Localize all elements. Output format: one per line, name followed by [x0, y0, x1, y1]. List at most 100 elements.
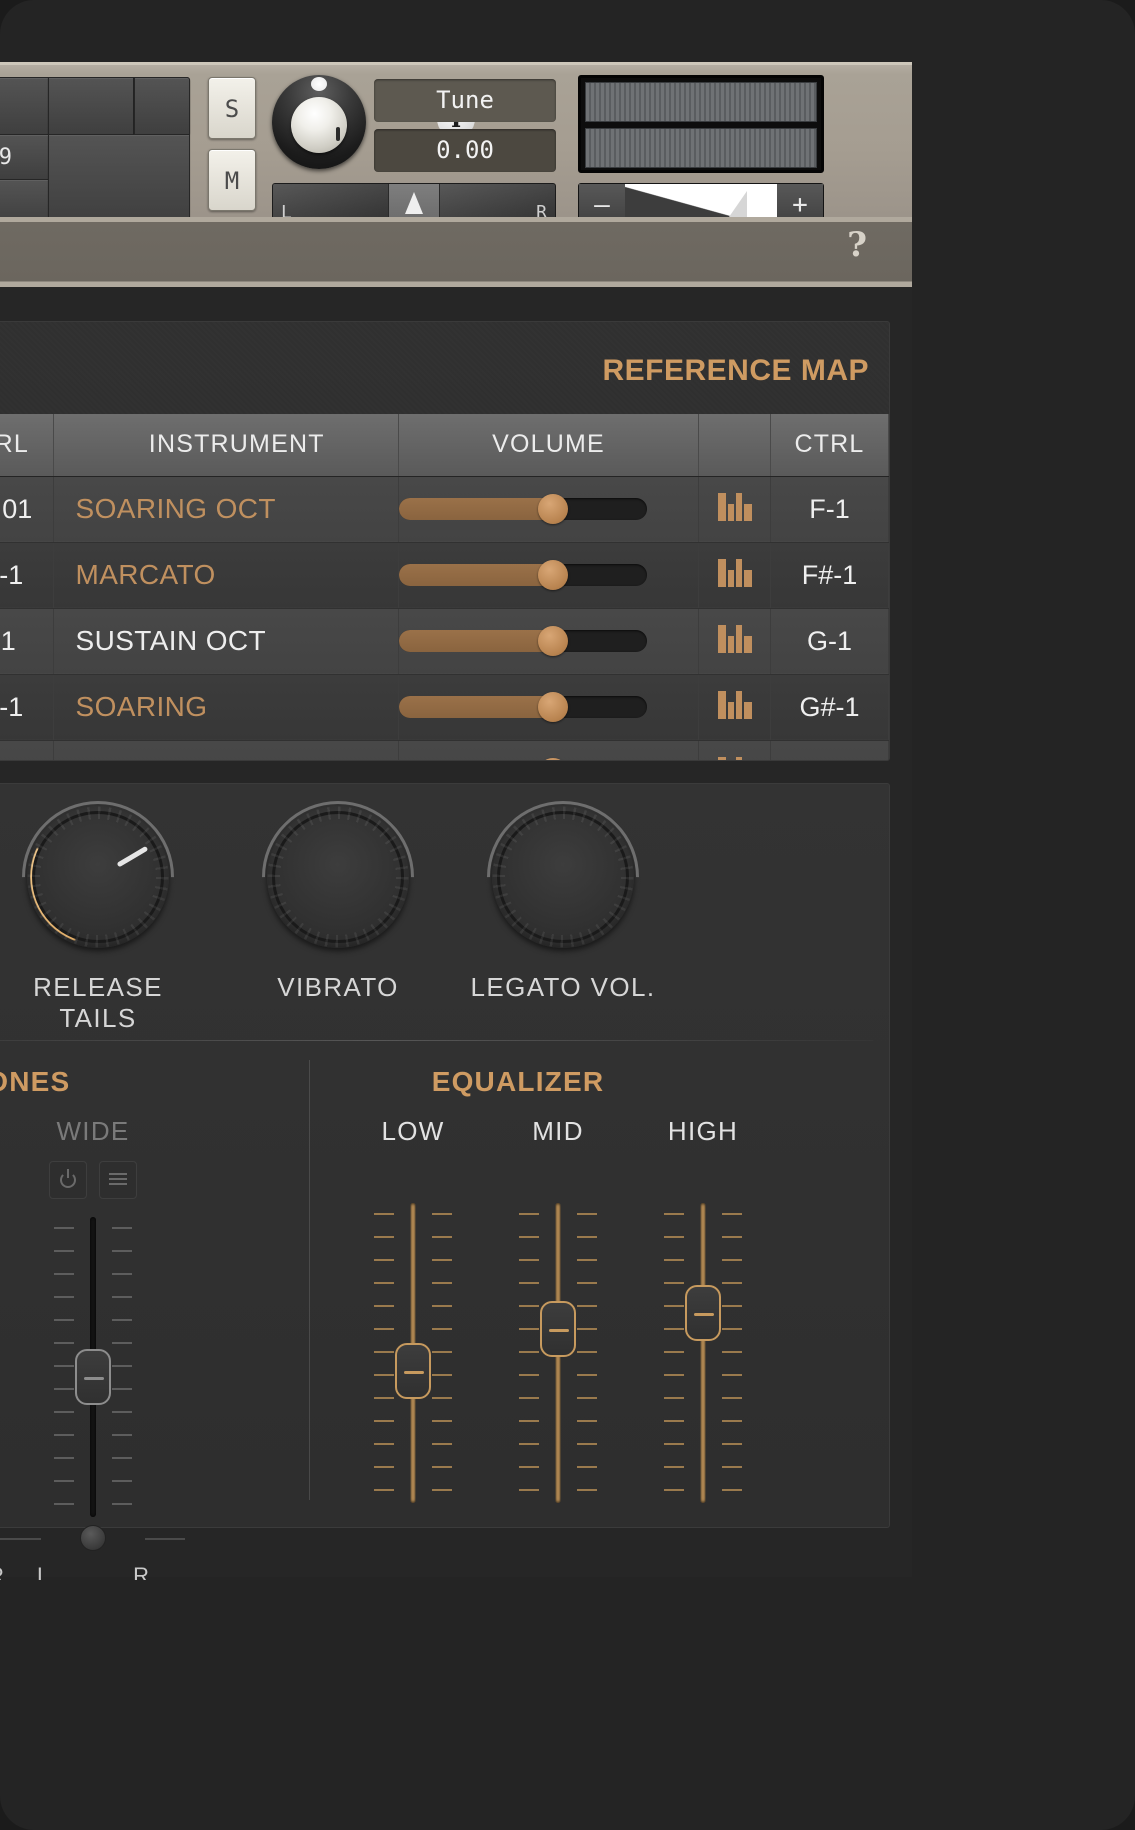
tune-knob-cap [291, 97, 347, 153]
table-row: C#-1MARCATO F#-1 [0, 542, 889, 608]
mic-pan-knob-row[interactable] [43, 1525, 143, 1559]
knob-legato-vol[interactable] [492, 806, 634, 948]
instrument-panel: REFERENCE MAP CTRL INSTRUMENT VOLUME CTR… [0, 287, 912, 1577]
info-button[interactable]: i [134, 77, 190, 135]
pan-marker-icon [405, 192, 423, 214]
mic-name: WIDE [43, 1116, 143, 1147]
tune-knob-pointer [336, 127, 340, 141]
mic-level-fader[interactable] [50, 1217, 136, 1517]
volume-handle[interactable] [729, 191, 747, 217]
pan-label-right: R [133, 1563, 149, 1580]
piano-key-icon[interactable] [718, 757, 752, 762]
knob-release-tails[interactable] [27, 806, 169, 948]
row-key-right-cell[interactable] [699, 542, 771, 608]
row-ctrl-right[interactable]: A-1 [771, 740, 889, 761]
knob-cell-legato-vol: LEGATO VOL. [458, 806, 668, 1003]
purge-menu[interactable]: Purge [48, 135, 190, 225]
row-ctrl-left[interactable]: CC 01 [0, 476, 53, 542]
knob-label: VIBRATO [233, 972, 443, 1003]
row-key-right-cell[interactable] [699, 740, 771, 761]
mic-pan-labels: LR [43, 1563, 143, 1580]
vertical-divider [309, 1060, 310, 1500]
microphones-title: MICROPHONES [0, 1066, 123, 1098]
piano-key-icon[interactable] [718, 691, 752, 719]
knob-vibrato[interactable] [267, 806, 409, 948]
eq-band-fader[interactable] [515, 1203, 601, 1503]
meter-channel-right [585, 128, 817, 168]
header-ctrl-right: CTRL [771, 414, 889, 476]
header-instrument: INSTRUMENT [53, 414, 399, 476]
eq-band-low: LOW [363, 1116, 463, 1503]
table-row: CC 01STACCATO OCT A-1 [0, 740, 889, 761]
knob-cell-release-tails: RELEASE TAILS [0, 806, 203, 1034]
help-icon[interactable]: ? [847, 225, 867, 265]
mute-button[interactable]: M [208, 149, 256, 211]
eq-fader-handle[interactable] [685, 1285, 721, 1341]
row-volume-cell[interactable] [399, 608, 699, 674]
row-instrument-name[interactable]: SUSTAIN OCT [53, 608, 399, 674]
plugin-viewport: i 0 Max: 499 118.90 MB Purge S M Tune 0.… [0, 0, 912, 1580]
row-instrument-name[interactable]: SOARING OCT [53, 476, 399, 542]
row-key-right-cell[interactable] [699, 476, 771, 542]
table-row: D-1SUSTAIN OCT G-1 [0, 608, 889, 674]
eq-band-fader[interactable] [660, 1203, 746, 1503]
max-value: 499 [0, 145, 13, 170]
row-ctrl-right[interactable]: G#-1 [771, 674, 889, 740]
row-ctrl-left[interactable]: C#-1 [0, 542, 53, 608]
piano-key-icon[interactable] [718, 559, 752, 587]
meter-channel-left [585, 82, 817, 122]
tune-knob[interactable] [272, 75, 366, 169]
knob-label: RELEASE TAILS [0, 972, 203, 1034]
row-key-right-cell[interactable] [699, 674, 771, 740]
mic-pan-knob[interactable] [80, 1525, 106, 1551]
header-ctrl-left: CTRL [0, 414, 53, 476]
knob-cell-vibrato: VIBRATO [233, 806, 443, 1003]
eq-band-name: HIGH [653, 1116, 753, 1147]
row-ctrl-left[interactable]: D#-1 [0, 674, 53, 740]
row-key-right-cell[interactable] [699, 608, 771, 674]
row-volume-slider[interactable] [399, 630, 647, 652]
equalizer-title: EQUALIZER [353, 1066, 683, 1098]
row-ctrl-left[interactable]: CC 01 [0, 740, 53, 761]
piano-key-icon[interactable] [718, 625, 752, 653]
eq-band-high: HIGH [653, 1116, 753, 1503]
row-ctrl-right[interactable]: F#-1 [771, 542, 889, 608]
power-icon[interactable] [49, 1161, 87, 1199]
row-volume-slider[interactable] [399, 564, 647, 586]
eq-band-name: MID [508, 1116, 608, 1147]
controls-panel: SPEEDRELEASE TAILSVIBRATOLEGATO VOL. MIC… [0, 783, 890, 1528]
header-volume: VOLUME [399, 414, 699, 476]
kontakt-header-bar: i 0 Max: 499 118.90 MB Purge S M Tune 0.… [0, 62, 912, 217]
mic-fader-handle[interactable] [75, 1349, 111, 1405]
output-level-meter [578, 75, 824, 173]
row-volume-cell[interactable] [399, 674, 699, 740]
pan-label-right: R [0, 1563, 4, 1580]
row-volume-cell[interactable] [399, 740, 699, 761]
list-icon[interactable] [99, 1161, 137, 1199]
row-ctrl-right[interactable]: G-1 [771, 608, 889, 674]
row-volume-slider[interactable] [399, 696, 647, 718]
reference-map-title: REFERENCE MAP [602, 354, 869, 388]
eq-fader-handle[interactable] [540, 1301, 576, 1357]
row-instrument-name[interactable]: MARCATO [53, 542, 399, 608]
row-volume-cell[interactable] [399, 542, 699, 608]
snapshot-button[interactable] [48, 77, 134, 135]
table-header-row: CTRL INSTRUMENT VOLUME CTRL [0, 414, 889, 476]
row-instrument-name[interactable]: STACCATO OCT [53, 740, 399, 761]
row-volume-cell[interactable] [399, 476, 699, 542]
piano-key-icon[interactable] [718, 493, 752, 521]
row-instrument-name[interactable]: SOARING [53, 674, 399, 740]
tune-knob-highlight [311, 77, 327, 91]
row-ctrl-right[interactable]: F-1 [771, 476, 889, 542]
row-volume-slider[interactable] [399, 498, 647, 520]
tune-value[interactable]: 0.00 [374, 129, 556, 172]
row-ctrl-left[interactable]: D-1 [0, 608, 53, 674]
eq-fader-handle[interactable] [395, 1343, 431, 1399]
knob-label: LEGATO VOL. [458, 972, 668, 1003]
reference-map-panel: REFERENCE MAP CTRL INSTRUMENT VOLUME CTR… [0, 321, 890, 761]
pan-label-left: L [37, 1563, 49, 1580]
eq-band-mid: MID [508, 1116, 608, 1503]
solo-button[interactable]: S [208, 77, 256, 139]
eq-band-fader[interactable] [370, 1203, 456, 1503]
mic-strip-wide: WIDE LR [43, 1116, 143, 1580]
